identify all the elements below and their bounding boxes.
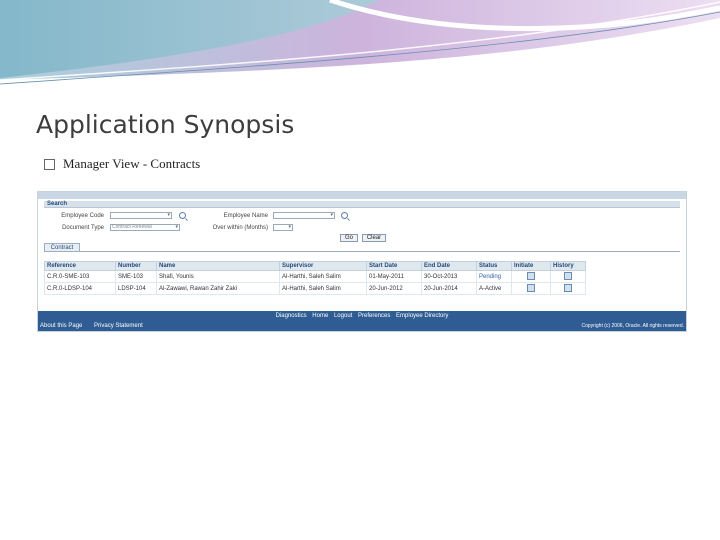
footer-link-preferences[interactable]: Preferences: [358, 313, 390, 319]
contracts-table: Reference Number Name Supervisor Start D…: [44, 261, 586, 295]
app-screenshot: Search Employee Code ▾ Employee Name ▾ D…: [37, 191, 687, 332]
cell-start-date: 01-May-2011: [366, 270, 422, 283]
bullet-box-icon: [44, 158, 55, 170]
chevron-down-icon: ▾: [167, 212, 170, 218]
col-header[interactable]: End Date: [421, 261, 477, 271]
cell-end-date: 20-Jun-2014: [421, 282, 477, 295]
cell-initiate: [511, 270, 551, 283]
search-icon[interactable]: [179, 212, 186, 219]
about-page-link[interactable]: About this Page: [40, 323, 82, 329]
history-icon[interactable]: [564, 271, 572, 280]
decorative-swoosh: [0, 0, 720, 85]
cell-end-date: 30-Oct-2013: [421, 270, 477, 283]
copyright-text: Copyright (c) 2006, Oracle. All rights r…: [581, 323, 684, 329]
employee-name-input[interactable]: ▾: [273, 212, 335, 219]
footer-link-diagnostics[interactable]: Diagnostics: [276, 313, 307, 319]
cell-name: Al-Zawawi, Rawan Zahir Zaki: [156, 282, 280, 295]
chevron-down-icon: ▾: [288, 224, 291, 230]
footer-link-logout[interactable]: Logout: [334, 313, 352, 319]
employee-code-input[interactable]: ▾: [110, 212, 172, 219]
document-type-select[interactable]: Contract Renewal ▾: [110, 224, 180, 231]
slide-title: Application Synopsis: [36, 110, 295, 139]
cell-name: Shafi, Younis: [156, 270, 280, 283]
employee-code-label: Employee Code: [61, 213, 104, 219]
go-button[interactable]: Go: [340, 234, 358, 242]
chevron-down-icon: ▾: [175, 224, 178, 230]
table-row: C.R.0-LDSP-104 LDSP-104 Al-Zawawi, Rawan…: [44, 282, 586, 295]
cell-status-link[interactable]: Pending: [476, 270, 512, 283]
tab-divider: [44, 251, 680, 252]
over-within-label: Over within (Months): [212, 225, 268, 231]
document-type-value: Contract Renewal: [112, 224, 152, 230]
cell-reference: C.R.0-SME-103: [44, 270, 116, 283]
col-header[interactable]: Status: [476, 261, 512, 271]
cell-start-date: 20-Jun-2012: [366, 282, 422, 295]
cell-supervisor: Al-Harthi, Saleh Salim: [279, 282, 367, 295]
cell-number: LDSP-104: [115, 282, 157, 295]
bullet-text: Manager View - Contracts: [63, 156, 201, 171]
over-within-select[interactable]: ▾: [273, 224, 293, 231]
employee-name-label: Employee Name: [223, 213, 268, 219]
col-header[interactable]: Name: [156, 261, 280, 271]
cell-reference: C.R.0-LDSP-104: [44, 282, 116, 295]
initiate-icon[interactable]: [527, 283, 535, 292]
footer-link-employee-directory[interactable]: Employee Directory: [396, 313, 448, 319]
cell-status: A-Active: [476, 282, 512, 295]
footer-nav: Diagnostics Home Logout Preferences Empl…: [38, 313, 686, 319]
initiate-icon[interactable]: [527, 271, 535, 280]
col-header[interactable]: Reference: [44, 261, 116, 271]
history-icon[interactable]: [564, 283, 572, 292]
privacy-statement-link[interactable]: Privacy Statement: [94, 323, 143, 329]
cell-history: [550, 282, 586, 295]
search-header: Search: [44, 201, 680, 208]
bullet-item: Manager View - Contracts: [44, 156, 200, 172]
clear-button[interactable]: Clear: [362, 234, 386, 242]
table-header-row: Reference Number Name Supervisor Start D…: [44, 261, 586, 271]
search-icon[interactable]: [341, 212, 348, 219]
table-row: C.R.0-SME-103 SME-103 Shafi, Younis Al-H…: [44, 270, 586, 283]
footer-link-home[interactable]: Home: [312, 313, 328, 319]
col-header: History: [550, 261, 586, 271]
col-header[interactable]: Start Date: [366, 261, 422, 271]
chevron-down-icon: ▾: [330, 212, 333, 218]
app-topbar: [38, 192, 686, 199]
cell-number: SME-103: [115, 270, 157, 283]
footer-left-links: About this Page Privacy Statement: [40, 323, 153, 329]
tab-contract[interactable]: Contract: [44, 243, 80, 251]
document-type-label: Document Type: [62, 225, 104, 231]
col-header[interactable]: Supervisor: [279, 261, 367, 271]
cell-supervisor: Al-Harthi, Saleh Salim: [279, 270, 367, 283]
col-header[interactable]: Number: [115, 261, 157, 271]
cell-initiate: [511, 282, 551, 295]
cell-history: [550, 270, 586, 283]
col-header: Initiate: [511, 261, 551, 271]
